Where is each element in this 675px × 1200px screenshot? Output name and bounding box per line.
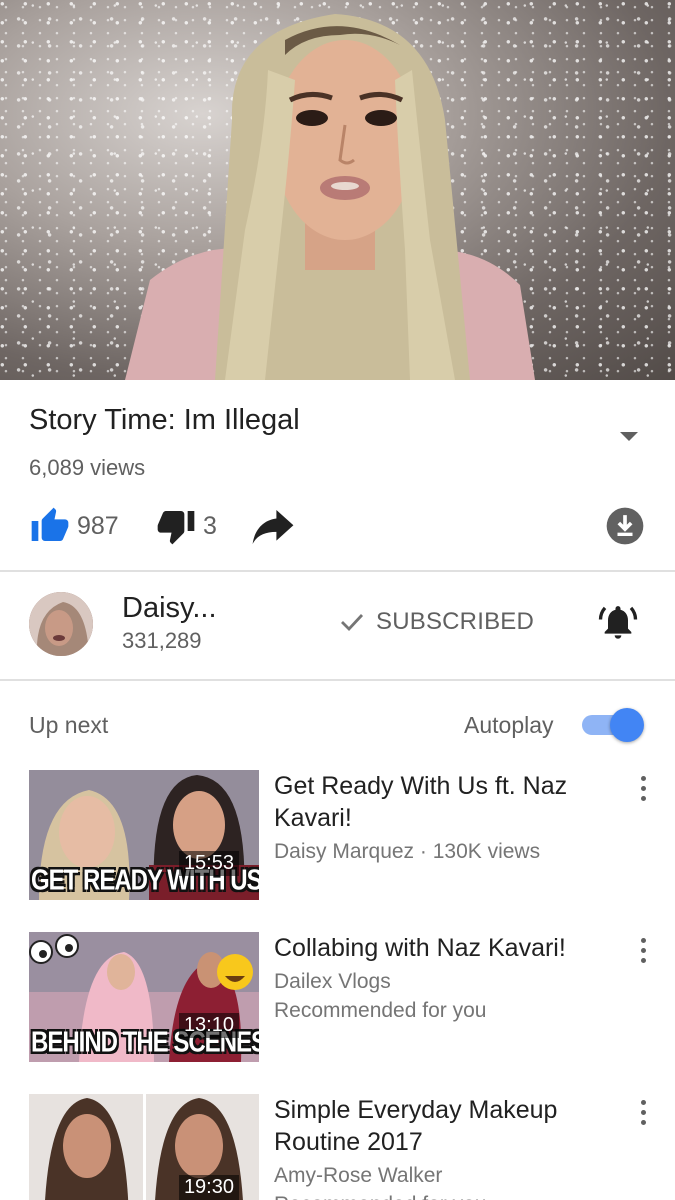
video-item-reason: Recommended for you bbox=[274, 1190, 486, 1200]
video-thumbnail[interactable]: 19:30 bbox=[29, 1094, 259, 1200]
autoplay-toggle[interactable] bbox=[582, 708, 646, 742]
subscriber-count: 331,289 bbox=[122, 628, 202, 653]
subscribed-button[interactable]: SUBSCRIBED bbox=[340, 608, 534, 636]
expand-arrow-icon[interactable] bbox=[620, 432, 638, 441]
thumbs-up-icon bbox=[31, 507, 69, 541]
notification-bell-button[interactable] bbox=[598, 602, 638, 647]
avatar-image bbox=[29, 592, 93, 656]
more-vert-icon[interactable] bbox=[638, 938, 650, 964]
video-title: Story Time: Im Illegal bbox=[29, 404, 300, 436]
video-item-meta: Daisy Marquez · 130K views bbox=[274, 840, 541, 863]
video-item-reason: Recommended for you bbox=[274, 999, 487, 1022]
up-next-label: Up next bbox=[29, 712, 109, 738]
thumbs-down-icon bbox=[157, 511, 195, 545]
video-frame-person bbox=[125, 14, 535, 380]
video-item-title[interactable]: Simple Everyday Makeup Routine 2017 bbox=[274, 1094, 594, 1158]
divider bbox=[0, 679, 675, 681]
dislike-count: 3 bbox=[203, 511, 217, 540]
share-button[interactable] bbox=[252, 510, 294, 544]
video-thumbnail[interactable]: BEHIND THE SCENES 13:10 bbox=[29, 932, 259, 1062]
video-item-title[interactable]: Get Ready With Us ft. Naz Kavari! bbox=[274, 770, 594, 834]
toggle-knob bbox=[610, 708, 644, 742]
autoplay-label: Autoplay bbox=[464, 712, 554, 738]
view-count: 6,089 views bbox=[29, 455, 146, 480]
video-duration: 15:53 bbox=[178, 851, 239, 876]
download-icon bbox=[606, 507, 644, 545]
channel-name[interactable]: Daisy... bbox=[122, 592, 217, 625]
list-item[interactable]: 19:30 Simple Everyday Makeup Routine 201… bbox=[0, 1094, 675, 1200]
video-item-channel: Dailex Vlogs bbox=[274, 970, 391, 993]
check-icon bbox=[341, 614, 364, 632]
video-item-channel: Amy-Rose Walker bbox=[274, 1164, 443, 1187]
video-item-title[interactable]: Collabing with Naz Kavari! bbox=[274, 932, 594, 964]
action-bar: 987 3 bbox=[0, 504, 675, 550]
more-vert-icon[interactable] bbox=[638, 776, 650, 802]
subscribed-label: SUBSCRIBED bbox=[376, 608, 535, 635]
video-player[interactable] bbox=[0, 0, 675, 380]
video-duration: 13:10 bbox=[178, 1013, 239, 1038]
share-icon bbox=[252, 510, 294, 544]
list-item[interactable]: GET READY WITH US! 15:53 Get Ready With … bbox=[0, 770, 675, 902]
video-duration: 19:30 bbox=[178, 1175, 239, 1200]
video-thumbnail[interactable]: GET READY WITH US! 15:53 bbox=[29, 770, 259, 900]
channel-row: Daisy... 331,289 SUBSCRIBED bbox=[0, 572, 675, 680]
download-button[interactable] bbox=[605, 506, 645, 546]
notification-bell-icon bbox=[598, 606, 638, 639]
dislike-button[interactable]: 3 bbox=[155, 506, 217, 546]
more-vert-icon[interactable] bbox=[638, 1100, 650, 1126]
like-count: 987 bbox=[77, 511, 119, 540]
like-button[interactable]: 987 bbox=[29, 506, 119, 546]
list-item[interactable]: BEHIND THE SCENES 13:10 Collabing with N… bbox=[0, 932, 675, 1064]
avatar[interactable] bbox=[29, 592, 93, 656]
